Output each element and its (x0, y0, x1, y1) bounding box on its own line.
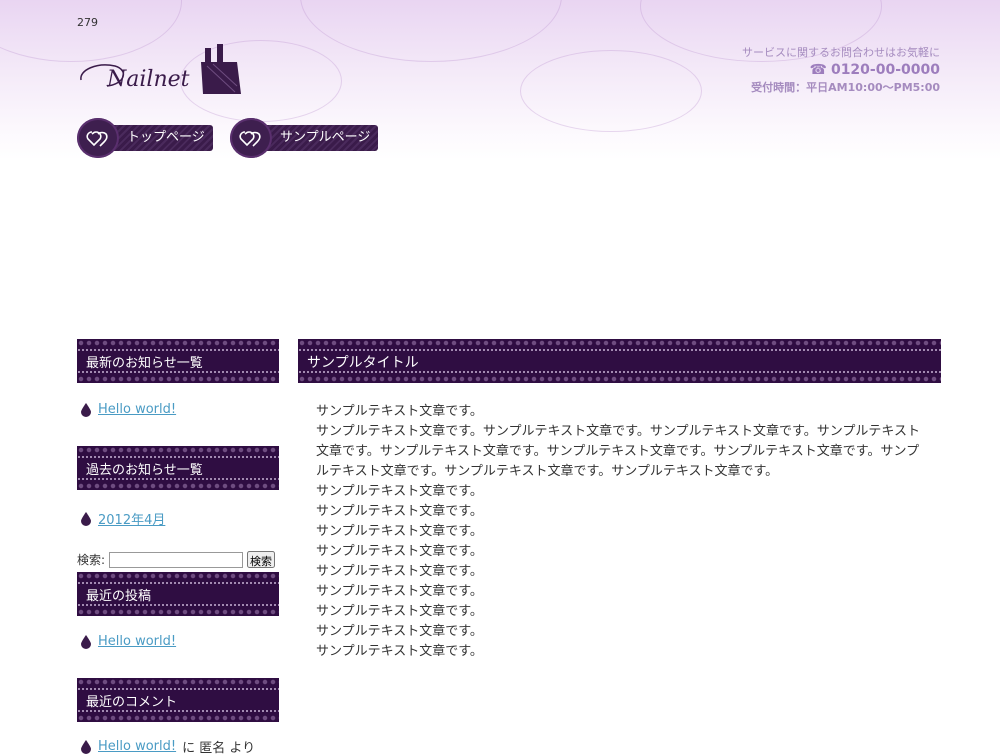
lace-pattern (300, 0, 562, 62)
sidebar-heading-text: 最近のコメント (86, 695, 178, 710)
content-paragraph: サンプルテキスト文章です。 (316, 404, 483, 419)
list-item: Hello world! に 匿名 より (80, 737, 255, 756)
list-item: Hello world! (80, 634, 176, 649)
sidebar-heading-text: 最近の投稿 (86, 589, 152, 604)
nav-label: トップページ (105, 125, 213, 151)
sidebar-heading-past-news: 過去のお知らせ一覧 (77, 446, 279, 490)
sidebar-heading-recent-posts: 最近の投稿 (77, 572, 279, 616)
heart-icon (230, 118, 272, 158)
search-input[interactable] (109, 551, 244, 568)
sidebar-heading-text: 過去のお知らせ一覧 (86, 463, 203, 478)
comment-suffix: に 匿名 より (182, 741, 256, 756)
lace-pattern (520, 50, 702, 132)
main-title-band: サンプルタイトル (298, 339, 941, 383)
content-paragraph: サンプルテキスト文章です。 (316, 564, 483, 579)
recent-post-link[interactable]: Hello world! (98, 634, 176, 649)
sidebar-heading-recent-comments: 最近のコメント (77, 678, 279, 722)
archive-link[interactable]: 2012年4月 (98, 509, 165, 528)
phone-icon: ☎ (809, 62, 827, 78)
search-form: 検索: 検索 (77, 551, 276, 568)
content-paragraph: サンプルテキスト文章です。 (316, 544, 483, 559)
page-id-number: 279 (77, 16, 98, 29)
content-paragraph: サンプルテキスト文章です。 (316, 604, 483, 619)
content-paragraph: サンプルテキスト文章です。 (316, 624, 483, 639)
contact-info: サービスに関するお問合わせはお気軽に ☎ 0120-00-0000 受付時間：平… (742, 44, 940, 95)
content-paragraph: サンプルテキスト文章です。 (316, 504, 483, 519)
contact-hours: 受付時間：平日AM10:00〜PM5:00 (751, 81, 940, 94)
content-paragraph: サンプルテキスト文章です。 (316, 484, 483, 499)
sidebar-heading-text: 最新のお知らせ一覧 (86, 356, 203, 371)
contact-message: サービスに関するお問合わせはお気軽に (742, 46, 940, 59)
sidebar-heading-recent-news: 最新のお知らせ一覧 (77, 339, 279, 383)
recent-comment-link[interactable]: Hello world! (98, 739, 176, 754)
site-logo[interactable]: Nailnet (77, 42, 247, 98)
logo-graphic: Nailnet (80, 44, 241, 94)
search-button[interactable]: 検索 (247, 551, 276, 568)
nav-label: サンプルページ (258, 125, 379, 151)
contact-phone: ☎ 0120-00-0000 (742, 62, 941, 78)
droplet-icon (81, 402, 91, 417)
content-paragraph: サンプルテキスト文章です。 (316, 584, 483, 599)
droplet-icon (81, 739, 91, 754)
droplet-icon (81, 634, 91, 649)
droplet-icon (81, 511, 91, 526)
nav-sample-page[interactable]: サンプルページ (230, 118, 379, 158)
list-item: 2012年4月 (80, 509, 165, 528)
recent-news-link[interactable]: Hello world! (98, 402, 176, 417)
nav-top-page[interactable]: トップページ (77, 118, 213, 158)
main-content: サンプルテキスト文章です。 サンプルテキスト文章です。サンプルテキスト文章です。… (316, 402, 922, 662)
search-label: 検索: (77, 553, 106, 567)
phone-number: 0120-00-0000 (830, 62, 940, 78)
content-paragraph: サンプルテキスト文章です。 (316, 524, 483, 539)
list-item: Hello world! (80, 402, 176, 417)
content-paragraph: サンプルテキスト文章です。サンプルテキスト文章です。サンプルテキスト文章です。サ… (316, 424, 920, 479)
heart-icon (77, 118, 119, 158)
content-paragraph: サンプルテキスト文章です。 (316, 644, 483, 659)
logo-text: Nailnet (106, 67, 190, 92)
page-title: サンプルタイトル (307, 355, 419, 371)
